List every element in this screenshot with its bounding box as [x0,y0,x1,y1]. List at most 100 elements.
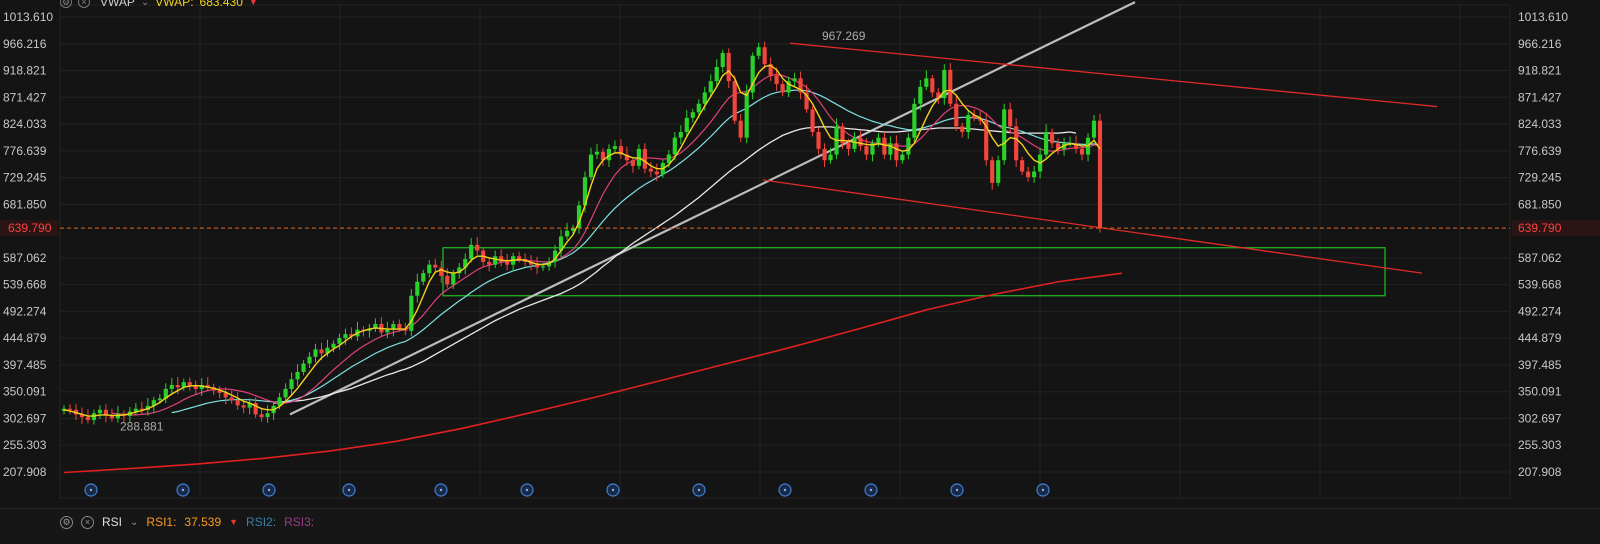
candle-body[interactable] [738,120,743,138]
candle-body[interactable] [882,137,887,155]
candle-body[interactable] [648,168,653,172]
candle-body[interactable] [966,115,971,132]
candle-body[interactable] [858,137,863,147]
candle-body[interactable] [343,334,348,339]
candle-body[interactable] [864,146,869,155]
candle-body[interactable] [1008,109,1013,127]
candle-body[interactable] [439,267,444,276]
candle-body[interactable] [1002,109,1007,161]
candle-body[interactable] [499,256,504,262]
candle-body[interactable] [241,405,246,408]
candle-body[interactable] [1032,171,1037,178]
candle-body[interactable] [265,413,270,418]
candle-body[interactable] [307,356,312,364]
candle-body[interactable] [960,126,965,132]
candle-body[interactable] [888,143,893,155]
candle-body[interactable] [612,146,618,149]
candle-body[interactable] [996,160,1001,183]
chevron-down-icon[interactable]: ⌄ [130,517,138,528]
candle-body[interactable] [654,171,659,175]
candle-body[interactable] [319,349,324,354]
candle-body[interactable] [900,154,905,161]
candle-body[interactable] [594,151,600,155]
candle-body[interactable] [445,275,450,285]
close-icon[interactable]: × [81,515,94,529]
candle-body[interactable] [283,388,288,398]
candle-body[interactable] [642,148,647,169]
candle-body[interactable] [564,230,570,237]
candle-body[interactable] [157,398,162,401]
candle-body[interactable] [193,386,198,389]
candle-body[interactable] [1097,120,1103,228]
candle-body[interactable] [708,81,713,93]
candle-body[interactable] [726,52,731,82]
candle-body[interactable] [924,78,929,87]
candle-body[interactable] [678,131,683,138]
candle-body[interactable] [846,143,851,149]
candle-body[interactable] [517,256,522,260]
candle-body[interactable] [702,92,707,104]
candle-body[interactable] [1050,131,1055,144]
candle-body[interactable] [948,69,953,104]
candle-body[interactable] [229,397,234,401]
candle-body[interactable] [954,103,959,127]
candle-body[interactable] [828,154,833,161]
candle-body[interactable] [337,338,342,344]
candle-body[interactable] [97,409,103,414]
candle-body[interactable] [852,137,857,149]
candle-body[interactable] [433,264,438,268]
candle-body[interactable] [666,154,671,164]
candle-body[interactable] [535,264,540,268]
candle-body[interactable] [385,329,390,333]
candle-body[interactable] [1091,120,1097,138]
candle-body[interactable] [169,384,174,389]
chevron-down-icon[interactable]: ⌄ [141,0,149,8]
candle-body[interactable] [918,86,923,104]
candle-body[interactable] [732,81,737,121]
candle-body[interactable] [1026,171,1031,178]
candle-body[interactable] [451,273,456,285]
candle-body[interactable] [810,109,815,132]
candle-body[interactable] [1044,131,1049,155]
candle-body[interactable] [756,47,761,56]
candle-body[interactable] [822,148,827,161]
candle-body[interactable] [690,112,695,118]
candle-body[interactable] [505,261,510,265]
candle-body[interactable] [397,323,402,329]
candle-body[interactable] [493,256,498,265]
candle-body[interactable] [714,67,719,82]
candle-body[interactable] [427,264,432,274]
candle-body[interactable] [295,371,300,380]
candle-body[interactable] [894,143,899,161]
candle-body[interactable] [762,47,767,65]
candle-body[interactable] [469,244,474,260]
channel-lower-line[interactable] [762,179,1423,274]
close-icon[interactable]: × [78,0,90,8]
candle-body[interactable] [313,349,318,357]
candle-body[interactable] [67,408,73,410]
settings-gear-icon[interactable]: ⚙ [60,515,73,529]
candle-body[interactable] [906,137,911,155]
candle-body[interactable] [1014,126,1019,161]
candle-body[interactable] [301,363,306,372]
settings-gear-icon[interactable]: ⚙ [60,0,72,8]
candle-body[interactable] [684,117,689,132]
candle-body[interactable] [85,417,91,420]
candle-body[interactable] [630,160,635,166]
candle-body[interactable] [1079,148,1085,155]
candle-body[interactable] [696,103,701,113]
candle-body[interactable] [175,384,180,388]
price-chart[interactable]: 1013.610 1013.610 966.216 966.216 918.821 918… [0,0,1600,508]
candle-body[interactable] [409,295,414,331]
candle-body[interactable] [475,244,480,251]
candle-body[interactable] [289,379,294,389]
candle-body[interactable] [421,273,426,282]
candle-body[interactable] [672,137,677,155]
candle-body[interactable] [876,137,881,144]
candle-body[interactable] [1020,160,1025,172]
candle-body[interactable] [930,78,935,93]
candle-body[interactable] [588,154,594,178]
candle-body[interactable] [780,83,785,93]
candle-body[interactable] [720,52,725,68]
candle-body[interactable] [540,266,546,268]
